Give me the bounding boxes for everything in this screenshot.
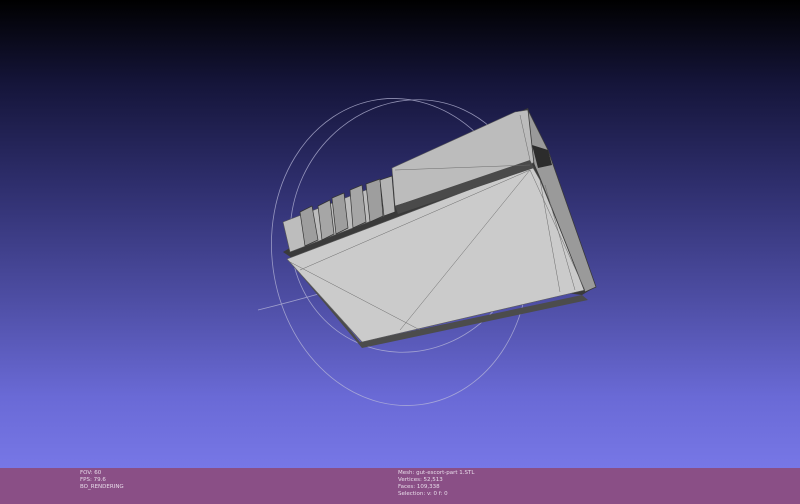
status-bar: FOV: 60 FPS: 79.6 BO_RENDERING Mesh: gut…	[0, 468, 800, 504]
3d-viewport[interactable]	[0, 0, 800, 468]
face-count: Faces: 109,338	[398, 484, 440, 490]
fov-readout: FOV: 60	[80, 470, 102, 476]
rendering-mode: BO_RENDERING	[80, 484, 124, 490]
mesh-name: Mesh: gut-escort-part 1.STL	[398, 470, 475, 476]
mesh-render[interactable]	[0, 0, 800, 468]
selection-info: Selection: v: 0 f: 0	[398, 491, 448, 497]
fps-readout: FPS: 79.6	[80, 477, 106, 483]
mesh-model	[282, 108, 597, 348]
render-info: FOV: 60 FPS: 79.6 BO_RENDERING	[80, 470, 124, 491]
vertex-count: Vertices: 52,513	[398, 477, 443, 483]
mesh-info: Mesh: gut-escort-part 1.STL Vertices: 52…	[398, 470, 474, 498]
